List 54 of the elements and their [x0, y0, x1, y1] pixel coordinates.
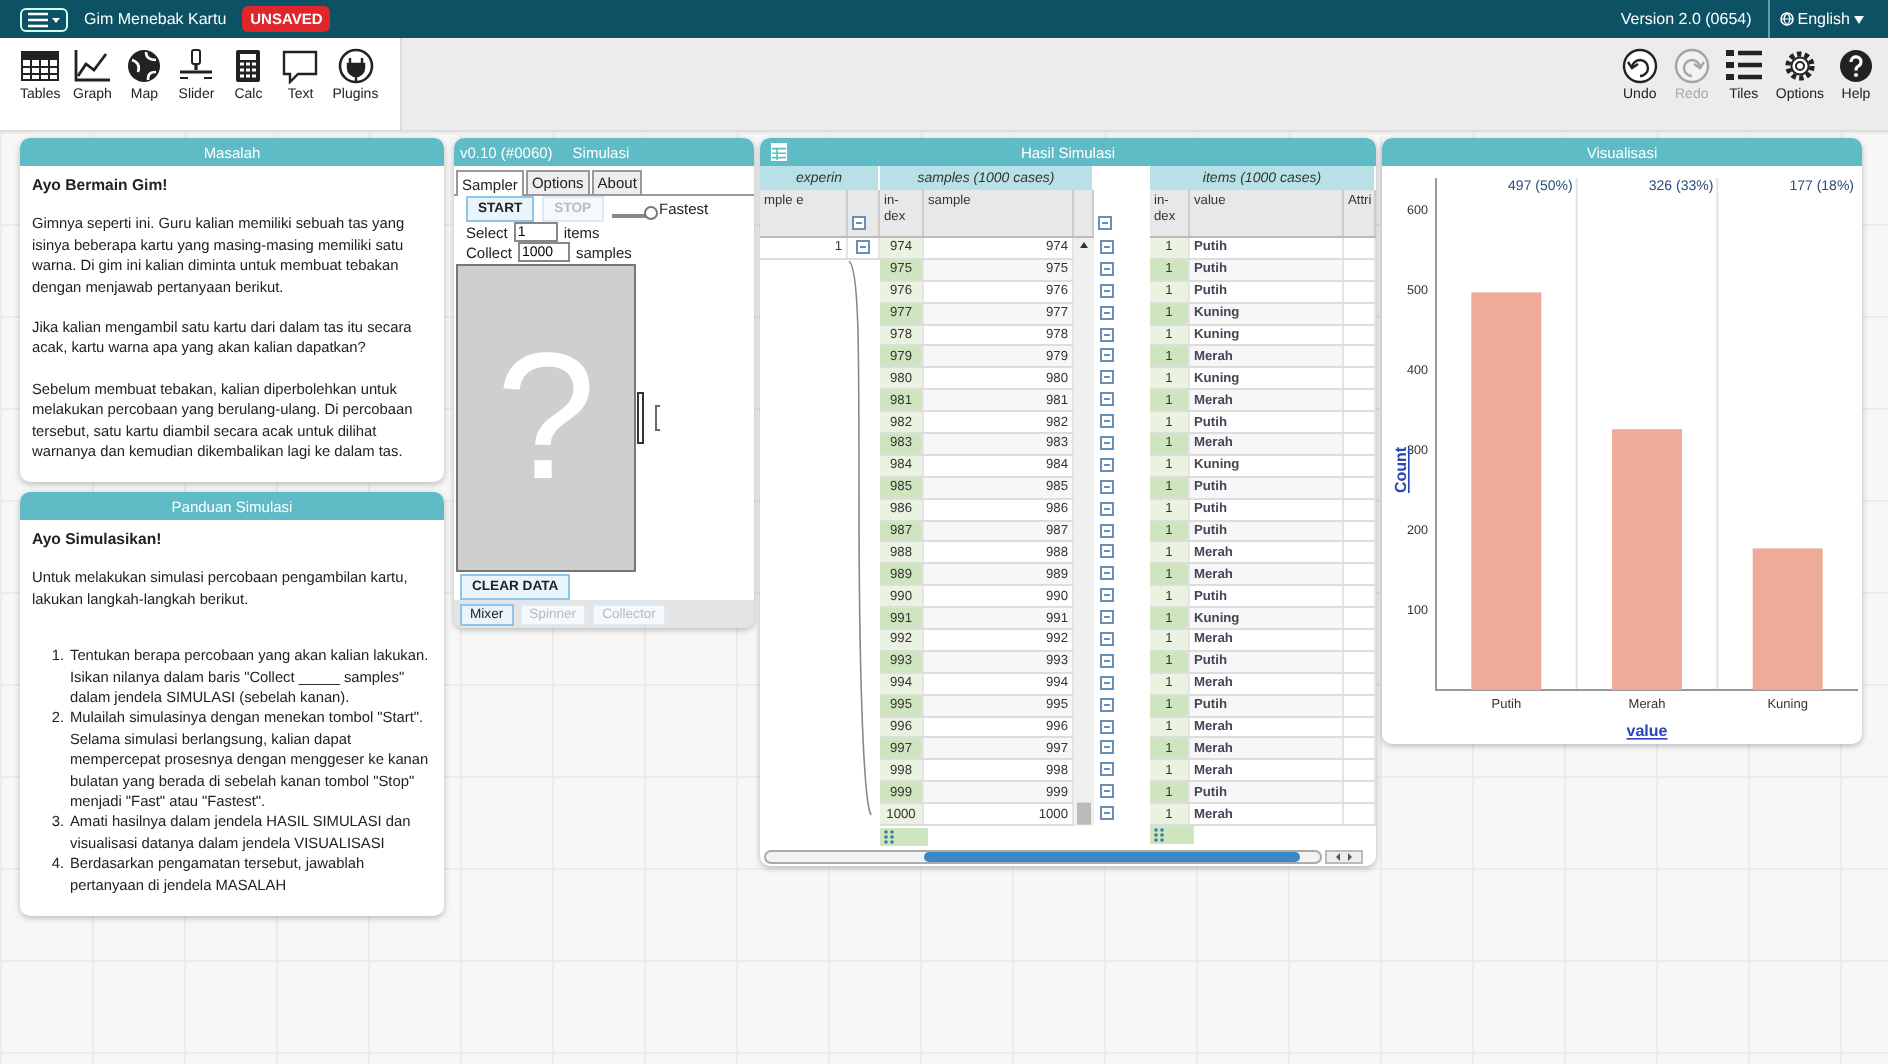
- menu-icon: [28, 11, 60, 27]
- collapse-icon: [1100, 784, 1114, 799]
- table-icon: [20, 48, 61, 84]
- bar: [1752, 548, 1823, 690]
- globe-icon: [124, 48, 165, 84]
- grip-icon: [884, 830, 894, 844]
- collapse-icon: [1098, 216, 1112, 230]
- redo-icon: [1671, 48, 1712, 84]
- collapse-icon: [856, 240, 870, 255]
- grip-icon: [1154, 828, 1164, 843]
- collapse-icon: [1100, 457, 1114, 472]
- collapse-icon: [1100, 610, 1114, 625]
- menu-button[interactable]: [20, 7, 68, 31]
- collapse-icon: [1100, 697, 1114, 712]
- collapse-icon: [1100, 653, 1114, 668]
- speech-bubble-icon: [280, 48, 321, 84]
- collapse-icon: [1100, 544, 1114, 559]
- caret-icon: [1854, 15, 1864, 23]
- collapse-icon: [1100, 348, 1114, 363]
- version-label: Version 2.0 (0654): [1620, 10, 1752, 28]
- collapse-icon: [1100, 501, 1114, 516]
- document-title: Gim Menebak Kartu: [84, 10, 227, 28]
- collapse-icon: [1100, 239, 1114, 254]
- line-graph-icon: [72, 48, 113, 84]
- collapse-icon: [1100, 675, 1114, 690]
- mixer-box: ?: [456, 264, 636, 572]
- collapse-icon: [1100, 806, 1114, 821]
- axis-title: Count: [1392, 446, 1410, 494]
- collapse-icon: [1100, 523, 1114, 538]
- collapse-icon: [1100, 740, 1114, 755]
- undo-icon: [1619, 48, 1660, 84]
- globe-icon: [1779, 12, 1794, 26]
- collapse-icon: [1100, 261, 1114, 276]
- collapse-icon: [1100, 305, 1114, 320]
- help-icon: [1836, 48, 1876, 84]
- slider-icon: [176, 48, 217, 84]
- collapse-icon: [852, 216, 866, 230]
- collapse-icon: [1100, 327, 1114, 341]
- collapse-icon: [1100, 566, 1114, 581]
- axis-title: value: [1626, 722, 1668, 740]
- collapse-icon: [1100, 414, 1114, 429]
- collapse-icon: [1100, 479, 1114, 494]
- tiles-list-icon: [1723, 48, 1764, 84]
- handle-drawing: [636, 392, 664, 444]
- collapse-icon: [1100, 719, 1114, 734]
- collapse-icon: [1100, 631, 1114, 646]
- collapse-icon: [1100, 370, 1114, 385]
- plug-icon: [335, 48, 376, 84]
- slider-thumb[interactable]: [643, 205, 658, 219]
- collapse-icon: [1100, 435, 1114, 450]
- collapse-icon: [1100, 392, 1114, 407]
- collapse-icon: [1100, 588, 1114, 603]
- collapse-icon: [1100, 762, 1114, 777]
- collapse-icon: [1100, 283, 1114, 298]
